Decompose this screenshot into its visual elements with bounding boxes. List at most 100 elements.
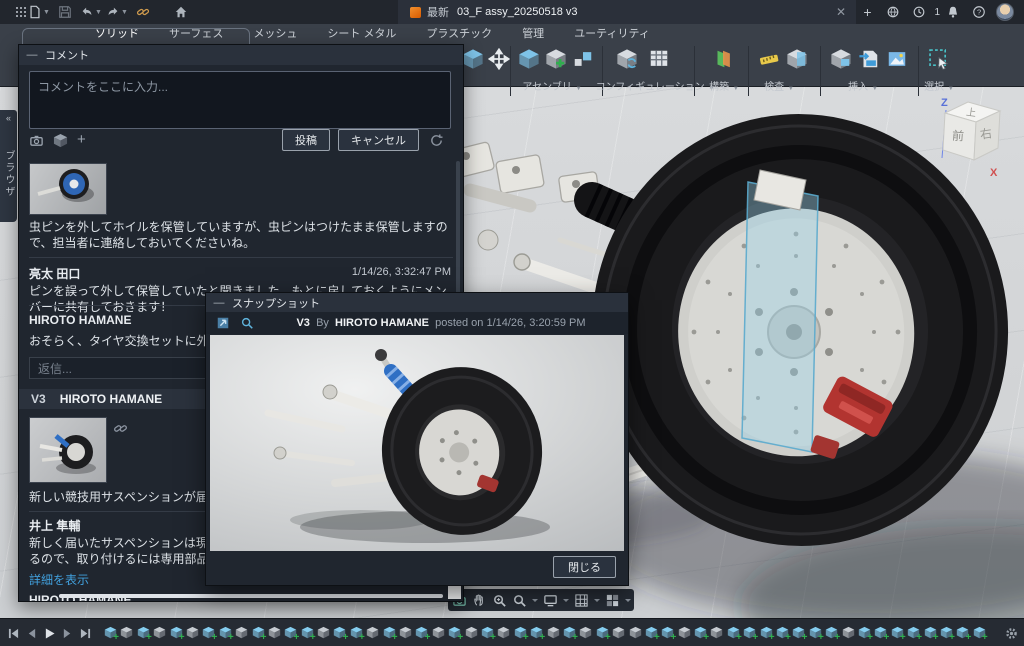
comment-input[interactable] bbox=[29, 71, 451, 129]
show-details-link[interactable]: 詳細を表示 bbox=[29, 571, 89, 588]
group-assembly[interactable]: アセンブリ ▼ bbox=[522, 78, 581, 93]
timeline-component-icon[interactable]: + bbox=[530, 626, 543, 640]
timeline-component-icon[interactable]: + bbox=[514, 626, 527, 640]
fit-view-icon[interactable] bbox=[512, 593, 527, 608]
timeline-body-icon[interactable] bbox=[842, 626, 855, 640]
press-pull-icon[interactable] bbox=[462, 48, 484, 70]
timeline-body-icon[interactable] bbox=[235, 626, 248, 640]
timeline-body-icon[interactable] bbox=[465, 626, 478, 640]
timeline-body-icon[interactable] bbox=[153, 626, 166, 640]
viewports-dropdown-caret-icon[interactable] bbox=[625, 599, 631, 602]
app-grid-icon[interactable] bbox=[0, 0, 26, 24]
refresh-icon[interactable] bbox=[429, 133, 444, 148]
close-tab-icon[interactable]: ✕ bbox=[836, 5, 846, 19]
timeline-component-icon[interactable]: + bbox=[760, 626, 773, 640]
timeline-component-icon[interactable]: + bbox=[563, 626, 576, 640]
insert-derive-icon[interactable] bbox=[518, 48, 540, 70]
timeline-component-icon[interactable]: + bbox=[645, 626, 658, 640]
comments-horizontal-scrollbar[interactable] bbox=[59, 594, 443, 598]
timeline-play-icon[interactable] bbox=[40, 625, 58, 641]
timeline-go-to-start-icon[interactable] bbox=[4, 625, 22, 641]
new-component-icon[interactable] bbox=[545, 48, 567, 70]
timeline-body-icon[interactable] bbox=[629, 626, 642, 640]
timeline-component-icon[interactable]: + bbox=[956, 626, 969, 640]
configure-icon[interactable] bbox=[616, 48, 638, 70]
link-icon[interactable] bbox=[113, 421, 128, 436]
timeline-component-icon[interactable]: + bbox=[858, 626, 871, 640]
timeline-component-icon[interactable]: + bbox=[284, 626, 297, 640]
timeline-component-icon[interactable]: + bbox=[415, 626, 428, 640]
timeline-component-icon[interactable]: + bbox=[874, 626, 887, 640]
grid-dropdown-caret-icon[interactable] bbox=[594, 599, 600, 602]
timeline-component-icon[interactable]: + bbox=[333, 626, 346, 640]
extensions-globe-icon[interactable] bbox=[880, 0, 906, 24]
timeline-component-icon[interactable]: + bbox=[891, 626, 904, 640]
job-status-clock-icon[interactable] bbox=[906, 0, 932, 24]
share-icon[interactable] bbox=[130, 0, 156, 24]
help-icon[interactable]: ? bbox=[966, 0, 992, 24]
browser-panel-tab[interactable]: ブラウザ bbox=[0, 126, 17, 222]
pan-hand-icon[interactable] bbox=[472, 593, 487, 608]
comments-panel-header[interactable]: — コメント bbox=[19, 45, 463, 65]
timeline-component-icon[interactable]: + bbox=[202, 626, 215, 640]
zoom-snapshot-icon[interactable] bbox=[240, 316, 254, 330]
timeline-body-icon[interactable] bbox=[678, 626, 691, 640]
timeline-component-icon[interactable]: + bbox=[694, 626, 707, 640]
tab-sheet-metal[interactable]: シート メタル bbox=[327, 25, 396, 41]
timeline-body-icon[interactable] bbox=[710, 626, 723, 640]
group-configuration[interactable]: コンフィギュレーション ▼ bbox=[596, 78, 715, 93]
redo-icon[interactable]: ▼ bbox=[104, 0, 130, 24]
timeline-component-icon[interactable]: + bbox=[940, 626, 953, 640]
timeline-body-icon[interactable] bbox=[120, 626, 133, 640]
display-settings-icon[interactable] bbox=[543, 593, 558, 608]
move-copy-icon[interactable] bbox=[488, 48, 510, 70]
timeline-body-icon[interactable] bbox=[547, 626, 560, 640]
timeline-component-icon[interactable]: + bbox=[809, 626, 822, 640]
timeline-component-icon[interactable]: + bbox=[137, 626, 150, 640]
cancel-button[interactable]: キャンセル bbox=[338, 129, 419, 151]
insert-canvas-image-icon[interactable] bbox=[886, 48, 908, 70]
timeline-track[interactable]: ++++++++++++++++++++++++++++++++++++ bbox=[104, 626, 998, 640]
snapshot-image[interactable] bbox=[210, 335, 624, 551]
insert-mesh-icon[interactable] bbox=[830, 48, 852, 70]
timeline-component-icon[interactable]: + bbox=[924, 626, 937, 640]
group-construct[interactable]: 構築 ▼ bbox=[709, 78, 739, 93]
timeline-component-icon[interactable]: + bbox=[776, 626, 789, 640]
insert-svg-icon[interactable] bbox=[858, 48, 880, 70]
viewports-icon[interactable] bbox=[605, 593, 620, 608]
undo-icon[interactable]: ▼ bbox=[78, 0, 104, 24]
timeline-body-icon[interactable] bbox=[399, 626, 412, 640]
timeline-body-icon[interactable] bbox=[186, 626, 199, 640]
timeline-component-icon[interactable]: + bbox=[907, 626, 920, 640]
timeline-component-icon[interactable]: + bbox=[170, 626, 183, 640]
minimize-icon[interactable]: — bbox=[19, 49, 45, 61]
new-tab-icon[interactable]: + bbox=[854, 0, 880, 24]
timeline-step-forward-icon[interactable] bbox=[58, 625, 76, 641]
timeline-body-icon[interactable] bbox=[366, 626, 379, 640]
timeline-component-icon[interactable]: + bbox=[104, 626, 117, 640]
timeline-body-icon[interactable] bbox=[317, 626, 330, 640]
timeline-go-to-end-icon[interactable] bbox=[76, 625, 94, 641]
timeline-body-icon[interactable] bbox=[579, 626, 592, 640]
timeline-component-icon[interactable]: + bbox=[973, 626, 986, 640]
measure-icon[interactable] bbox=[758, 48, 780, 70]
tab-utilities[interactable]: ユーティリティ bbox=[574, 25, 650, 41]
timeline-component-icon[interactable]: + bbox=[596, 626, 609, 640]
add-attachment-icon[interactable]: + bbox=[77, 133, 92, 148]
timeline-component-icon[interactable]: + bbox=[727, 626, 740, 640]
timeline-component-icon[interactable]: + bbox=[301, 626, 314, 640]
select-tool-icon[interactable] bbox=[928, 48, 950, 70]
timeline-component-icon[interactable]: + bbox=[219, 626, 232, 640]
notifications-bell-icon[interactable] bbox=[940, 0, 966, 24]
expand-snapshot-icon[interactable] bbox=[216, 316, 230, 330]
group-select[interactable]: 選択 ▼ bbox=[924, 78, 954, 93]
user-avatar[interactable] bbox=[996, 3, 1014, 21]
timeline-body-icon[interactable] bbox=[612, 626, 625, 640]
timeline-step-back-icon[interactable] bbox=[22, 625, 40, 641]
timeline-component-icon[interactable]: + bbox=[350, 626, 363, 640]
fit-dropdown-caret-icon[interactable] bbox=[532, 599, 538, 602]
group-inspect[interactable]: 検査 ▼ bbox=[764, 78, 794, 93]
section-analysis-icon[interactable] bbox=[786, 48, 808, 70]
display-dropdown-caret-icon[interactable] bbox=[563, 599, 569, 602]
tab-plastic[interactable]: プラスチック bbox=[426, 25, 492, 41]
